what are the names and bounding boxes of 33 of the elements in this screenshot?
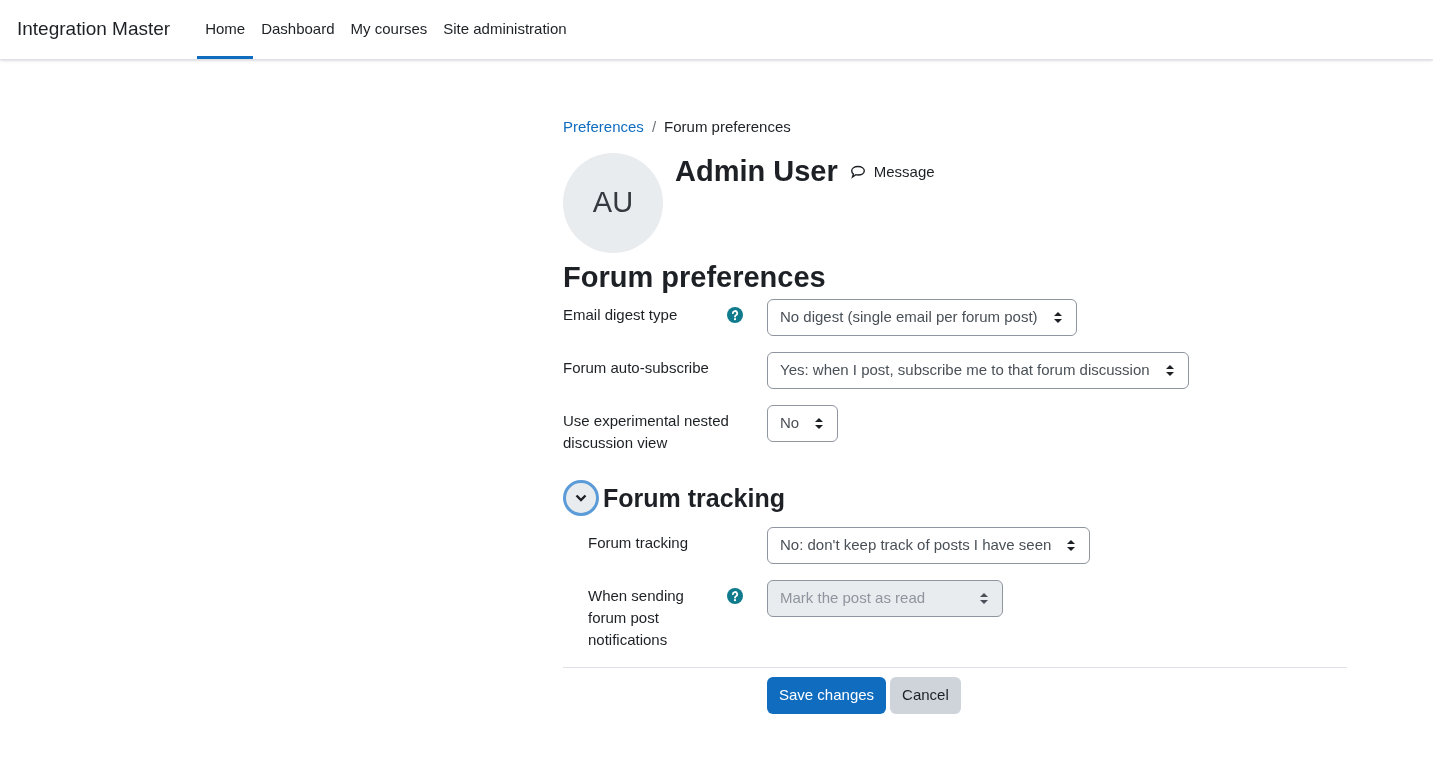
user-name: Admin User: [675, 153, 838, 189]
section-heading: Forum tracking: [603, 482, 785, 514]
cancel-button[interactable]: Cancel: [890, 677, 961, 714]
sort-caret-icon: [1053, 311, 1062, 323]
nav-tab[interactable]: My courses: [342, 0, 436, 59]
breadcrumb-separator: /: [651, 117, 657, 137]
sort-caret-icon: [1165, 364, 1174, 376]
sort-caret-icon: [980, 593, 988, 604]
field-label: Email digest type: [563, 304, 678, 325]
chevron-down-icon: [575, 494, 587, 503]
select-field[interactable]: Yes: when I post, subscribe me to that forum discussion: [767, 351, 1189, 389]
save-button[interactable]: Save changes: [767, 677, 887, 714]
page-heading: Forum preferences: [563, 260, 827, 293]
speech-bubble-icon: [849, 164, 866, 179]
message-link[interactable]: Message: [849, 160, 935, 183]
breadcrumb-current: Forum preferences: [664, 117, 791, 137]
select-field[interactable]: No digest (single email per forum post): [767, 298, 1077, 336]
field-label: When sending forum post notifications: [588, 586, 685, 650]
nav-tab[interactable]: Site administration: [435, 0, 575, 59]
sort-caret-icon: [1067, 540, 1076, 551]
select-field[interactable]: No: [767, 404, 839, 442]
field-label: Use experimental nested discussion view: [563, 410, 730, 453]
breadcrumb-link[interactable]: Preferences: [563, 116, 644, 139]
nav-tab[interactable]: Dashboard: [253, 0, 343, 59]
field-label: Forum tracking: [588, 533, 689, 553]
help-icon[interactable]: [727, 306, 743, 323]
sort-caret-icon: [815, 417, 824, 429]
select-field[interactable]: No: don't keep track of posts I have seen: [767, 527, 1091, 564]
field-label: Forum auto-subscribe: [563, 357, 709, 378]
avatar: AU: [563, 152, 663, 253]
site-name[interactable]: Integration Master: [17, 15, 171, 44]
nav-tab[interactable]: Home: [197, 0, 254, 59]
collapse-toggle[interactable]: [563, 480, 599, 517]
